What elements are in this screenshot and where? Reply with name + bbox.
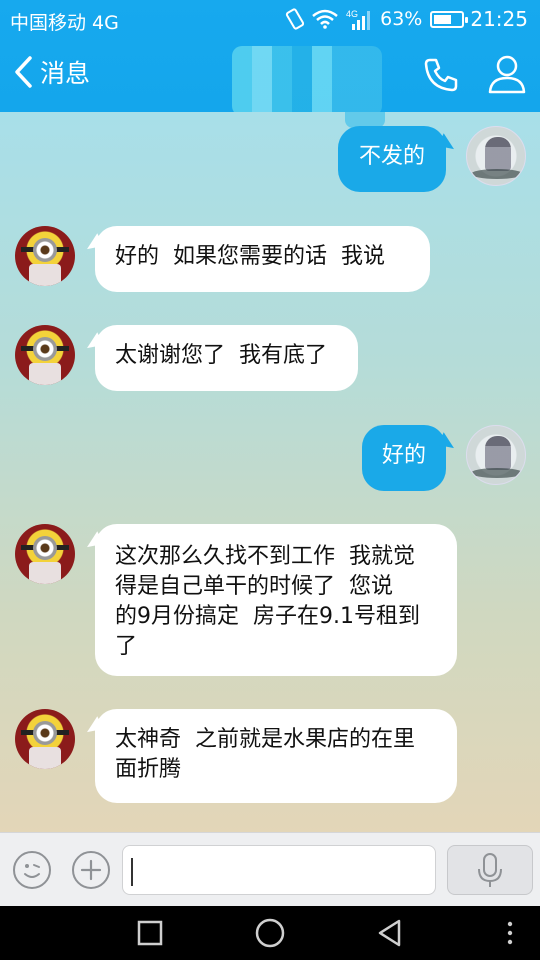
person-icon[interactable] <box>488 54 526 94</box>
contact-avatar[interactable] <box>15 325 75 385</box>
carrier-label: 中国移动 4G <box>10 12 119 34</box>
more-functions-button[interactable] <box>72 851 110 889</box>
message-line: 得是自己单干的时候了 您说 <box>115 574 393 599</box>
home-icon[interactable] <box>254 917 286 949</box>
message-line: 太神奇 之前就是水果店的在里 <box>115 727 415 752</box>
message-line: 了 <box>115 634 138 659</box>
emoji-button[interactable] <box>13 851 51 889</box>
signal-icon: 4G <box>346 9 371 30</box>
message-bubble-incoming[interactable]: 太谢谢您了 我有底了 <box>95 325 358 391</box>
nav-bar: 消息 <box>0 38 540 116</box>
message-bubble-outgoing[interactable]: 不发的 <box>338 126 446 192</box>
emoji-icon <box>24 864 40 878</box>
back-icon[interactable] <box>375 918 405 948</box>
voice-button[interactable] <box>447 845 533 895</box>
status-bar: 中国移动 4G 4G 63% 21:25 <box>0 0 540 38</box>
status-icons: 4G 63% 21:25 <box>284 7 528 31</box>
clock: 21:25 <box>470 7 528 31</box>
wifi-icon <box>312 9 338 29</box>
message-text: 好的 如果您需要的话 我说 <box>115 244 385 269</box>
phone-icon[interactable] <box>422 56 460 94</box>
message-text: 不发的 <box>358 144 425 169</box>
contact-name-pixelated <box>232 46 382 116</box>
battery-percent: 63% <box>380 8 423 30</box>
chevron-left-icon <box>15 56 32 88</box>
message-bubble-incoming[interactable]: 太神奇 之前就是水果店的在里 面折腾 <box>95 709 457 803</box>
recent-apps-icon[interactable] <box>136 919 164 947</box>
plus-icon <box>80 859 102 881</box>
back-label: 消息 <box>40 59 91 88</box>
input-bar <box>0 832 540 906</box>
message-line: 的9月份搞定 房子在9.1号租到 <box>115 604 420 629</box>
self-avatar[interactable] <box>466 425 526 485</box>
contact-avatar[interactable] <box>15 524 75 584</box>
battery-icon <box>430 10 469 28</box>
back-button[interactable]: 消息 <box>12 54 90 90</box>
network-type-label: 4G <box>346 9 358 19</box>
more-icon[interactable] <box>505 920 515 946</box>
message-line: 面折腾 <box>115 757 182 782</box>
system-nav-bar <box>0 906 540 960</box>
contact-avatar[interactable] <box>15 709 75 769</box>
message-input[interactable] <box>122 845 436 895</box>
message-text: 好的 <box>382 443 427 468</box>
chat-area[interactable]: 不发的 好的 如果您需要的话 我说 太谢谢您了 我有底了 好的 这次那么久找不到… <box>0 112 540 832</box>
microphone-icon <box>478 853 502 887</box>
text-caret <box>131 858 133 886</box>
message-bubble-incoming[interactable]: 好的 如果您需要的话 我说 <box>95 226 430 292</box>
battery-level <box>434 14 451 24</box>
message-bubble-outgoing[interactable]: 好的 <box>362 425 446 491</box>
message-text: 太谢谢您了 我有底了 <box>115 343 327 368</box>
contact-avatar[interactable] <box>15 226 75 286</box>
self-avatar[interactable] <box>466 126 526 186</box>
message-line: 这次那么久找不到工作 我就觉 <box>115 544 415 569</box>
message-bubble-incoming[interactable]: 这次那么久找不到工作 我就觉 得是自己单干的时候了 您说 的9月份搞定 房子在9… <box>95 524 457 676</box>
vibrate-icon <box>286 8 305 30</box>
